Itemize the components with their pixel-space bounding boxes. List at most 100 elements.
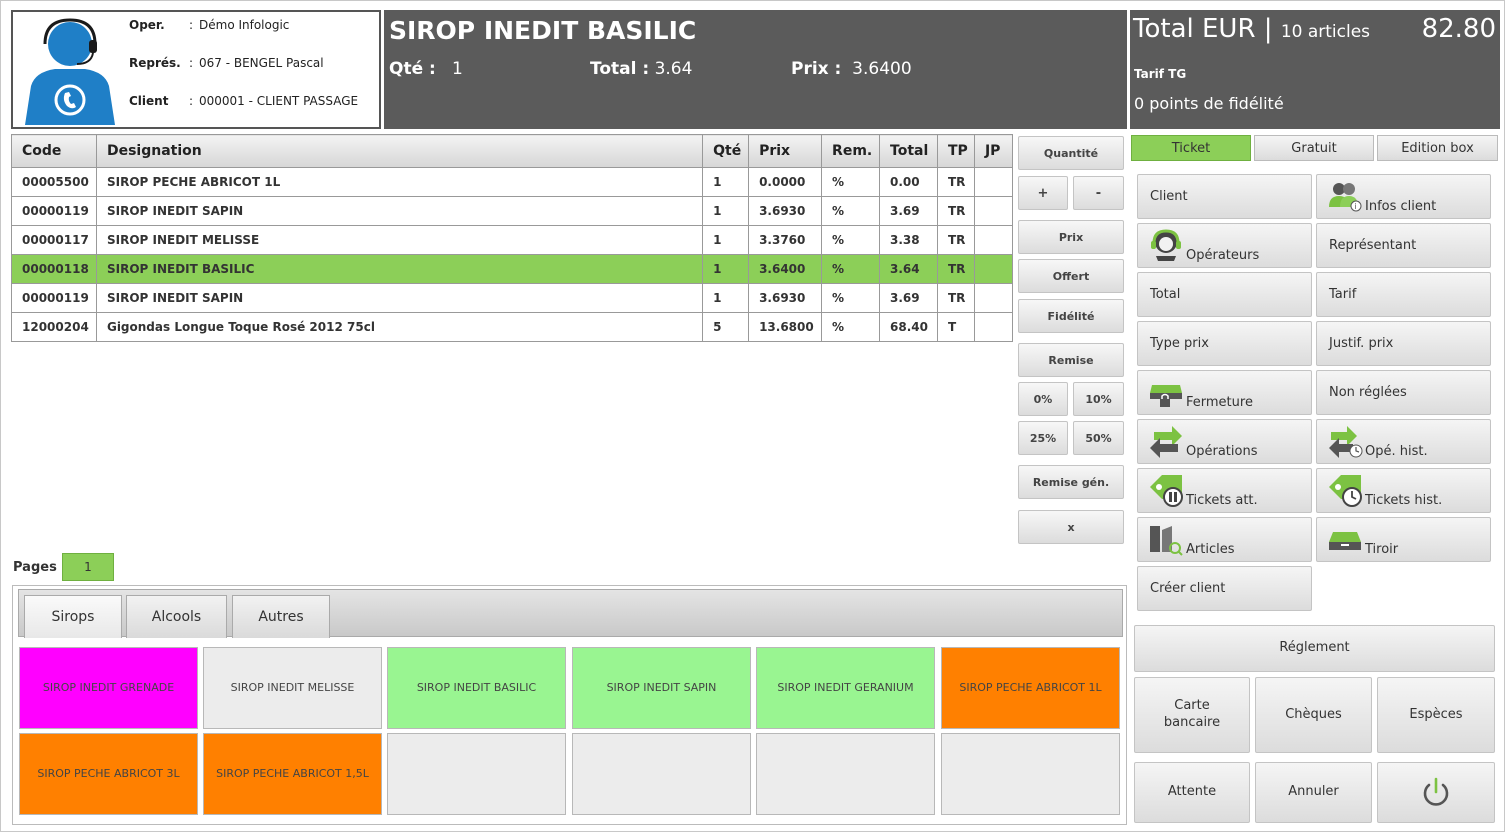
article-count: 10 articles <box>1280 22 1371 42</box>
column-header: JP <box>973 134 1014 168</box>
table-row[interactable]: 12000204 Gigondas Longue Toque Rosé 2012 … <box>11 312 1014 342</box>
current-item-qty: Qté : 1 <box>389 59 463 79</box>
client-button[interactable]: Client <box>1137 174 1312 219</box>
product-button[interactable] <box>387 733 566 815</box>
price-type-button[interactable]: Type prix <box>1137 321 1312 366</box>
product-button[interactable]: SIROP PECHE ABRICOT 3L <box>19 733 198 815</box>
product-button[interactable]: SIROP PECHE ABRICOT 1,5L <box>203 733 382 815</box>
page-1-button[interactable]: 1 <box>62 553 114 581</box>
create-client-button-label: Créer client <box>1150 581 1226 596</box>
plus-button[interactable]: + <box>1018 176 1068 210</box>
price-type-button-label: Type prix <box>1150 336 1209 351</box>
table-cell: 3.38 <box>879 225 938 255</box>
cash-drawer-icon <box>1329 532 1361 550</box>
global-discount-button[interactable]: Remise gén. <box>1018 465 1124 499</box>
closing-button[interactable]: Fermeture <box>1137 370 1312 415</box>
tab-autres[interactable]: Autres <box>232 595 330 638</box>
free-button[interactable]: Offert <box>1018 259 1124 293</box>
qty-label: Qté : <box>389 59 436 79</box>
tab-edition-box[interactable]: Edition box <box>1377 135 1498 161</box>
total-currency-label: Total EUR <box>1133 14 1256 44</box>
table-cell: 3.6400 <box>748 254 823 284</box>
table-row[interactable]: 00000119 SIROP INEDIT SAPIN 1 3.6930% 3.69 TR <box>11 283 1014 313</box>
table-cell: 0.0000 <box>748 167 823 197</box>
hold-button[interactable]: Attente <box>1134 762 1250 823</box>
operations-button-label: Opérations <box>1186 444 1258 459</box>
table-cell: SIROP INEDIT BASILIC <box>95 254 704 284</box>
tab-gratuit[interactable]: Gratuit <box>1254 135 1374 161</box>
tarif-button[interactable]: Tarif <box>1316 272 1491 317</box>
drawer-button[interactable]: Tiroir <box>1316 517 1491 562</box>
table-row[interactable]: 00005500 SIROP PECHE ABRICOT 1L 1 0.0000% 0.… <box>11 167 1014 197</box>
product-button[interactable]: SIROP INEDIT BASILIC <box>387 647 566 729</box>
tickets-history-button-label: Tickets hist. <box>1365 493 1443 508</box>
table-cell: T <box>936 312 975 342</box>
total-button[interactable]: Total <box>1137 272 1312 317</box>
product-button[interactable]: SIROP INEDIT MELISSE <box>203 647 382 729</box>
column-header: Designation <box>95 134 704 168</box>
price-justification-button[interactable]: Justif. prix <box>1316 321 1491 366</box>
tab-alcools[interactable]: Alcools <box>126 595 227 638</box>
client-info-button[interactable]: i Infos client <box>1316 174 1491 219</box>
tickets-history-button[interactable]: Tickets hist. <box>1316 468 1491 513</box>
articles-button[interactable]: Articles <box>1137 517 1312 562</box>
table-cell: 00005500 <box>11 167 97 197</box>
discount-50-button[interactable]: 50% <box>1073 421 1124 455</box>
create-client-button[interactable]: Créer client <box>1137 566 1312 611</box>
operations-history-button[interactable]: Opé. hist. <box>1316 419 1491 464</box>
register-lock-icon <box>1150 385 1182 407</box>
table-cell <box>973 225 1014 255</box>
table-cell: SIROP INEDIT MELISSE <box>95 225 704 255</box>
representative-button-label: Représentant <box>1329 238 1417 253</box>
clear-button[interactable]: x <box>1018 510 1124 544</box>
product-button[interactable]: SIROP INEDIT GRENADE <box>19 647 198 729</box>
pending-tickets-button[interactable]: Tickets att. <box>1137 468 1312 513</box>
table-cell: 00000118 <box>11 254 97 284</box>
discount-0-button[interactable]: 0% <box>1018 382 1068 416</box>
table-row[interactable]: 00000118 SIROP INEDIT BASILIC 1 3.6400% 3.64… <box>11 254 1014 284</box>
product-button[interactable]: SIROP INEDIT GERANIUM <box>756 647 935 729</box>
price-justification-button-label: Justif. prix <box>1329 336 1394 351</box>
repres-label: Représ. <box>129 56 181 70</box>
unpaid-button[interactable]: Non réglées <box>1316 370 1491 415</box>
table-cell: % <box>821 312 881 342</box>
table-row[interactable]: 00000117 SIROP INEDIT MELISSE 1 3.3760% 3.38… <box>11 225 1014 255</box>
product-button[interactable] <box>941 733 1120 815</box>
discount-25-button[interactable]: 25% <box>1018 421 1068 455</box>
discount-10-button[interactable]: 10% <box>1073 382 1124 416</box>
table-cell: TR <box>936 196 975 226</box>
table-cell: 3.69 <box>879 283 938 313</box>
cancel-button[interactable]: Annuler <box>1255 762 1372 823</box>
card-payment-button[interactable]: Carte bancaire <box>1134 677 1250 753</box>
tab-ticket[interactable]: Ticket <box>1131 135 1251 161</box>
payment-button[interactable]: Réglement <box>1134 625 1495 672</box>
product-button[interactable] <box>756 733 935 815</box>
operations-button[interactable]: Opérations <box>1137 419 1312 464</box>
product-button[interactable] <box>572 733 751 815</box>
total-button-label: Total <box>1150 287 1181 302</box>
product-button[interactable]: SIROP PECHE ABRICOT 1L <box>941 647 1120 729</box>
minus-button[interactable]: - <box>1073 176 1124 210</box>
table-cell: % <box>821 167 881 197</box>
discount-button[interactable]: Remise <box>1018 343 1124 377</box>
drawer-button-label: Tiroir <box>1365 542 1399 557</box>
power-button[interactable] <box>1377 762 1495 823</box>
colon: : <box>189 94 194 108</box>
users-info-icon: i <box>1329 183 1362 212</box>
ticket-pause-icon <box>1150 475 1183 507</box>
price-button[interactable]: Prix <box>1018 220 1124 254</box>
client-value: 000001 - CLIENT PASSAGE <box>199 94 359 108</box>
client-button-label: Client <box>1150 189 1188 204</box>
table-row[interactable]: 00000119 SIROP INEDIT SAPIN 1 3.6930% 3.69 TR <box>11 196 1014 226</box>
fidelity-button[interactable]: Fidélité <box>1018 299 1124 333</box>
table-cell: SIROP PECHE ABRICOT 1L <box>95 167 704 197</box>
quantity-button[interactable]: Quantité <box>1018 136 1124 170</box>
cheque-payment-button[interactable]: Chèques <box>1255 677 1372 753</box>
product-button[interactable]: SIROP INEDIT SAPIN <box>572 647 751 729</box>
cash-payment-button[interactable]: Espèces <box>1377 677 1495 753</box>
representative-button[interactable]: Représentant <box>1316 223 1491 268</box>
power-icon <box>1423 777 1449 806</box>
table-cell: SIROP INEDIT SAPIN <box>95 196 704 226</box>
operators-button[interactable]: Opérateurs <box>1137 223 1312 268</box>
tab-sirops[interactable]: Sirops <box>24 595 122 638</box>
